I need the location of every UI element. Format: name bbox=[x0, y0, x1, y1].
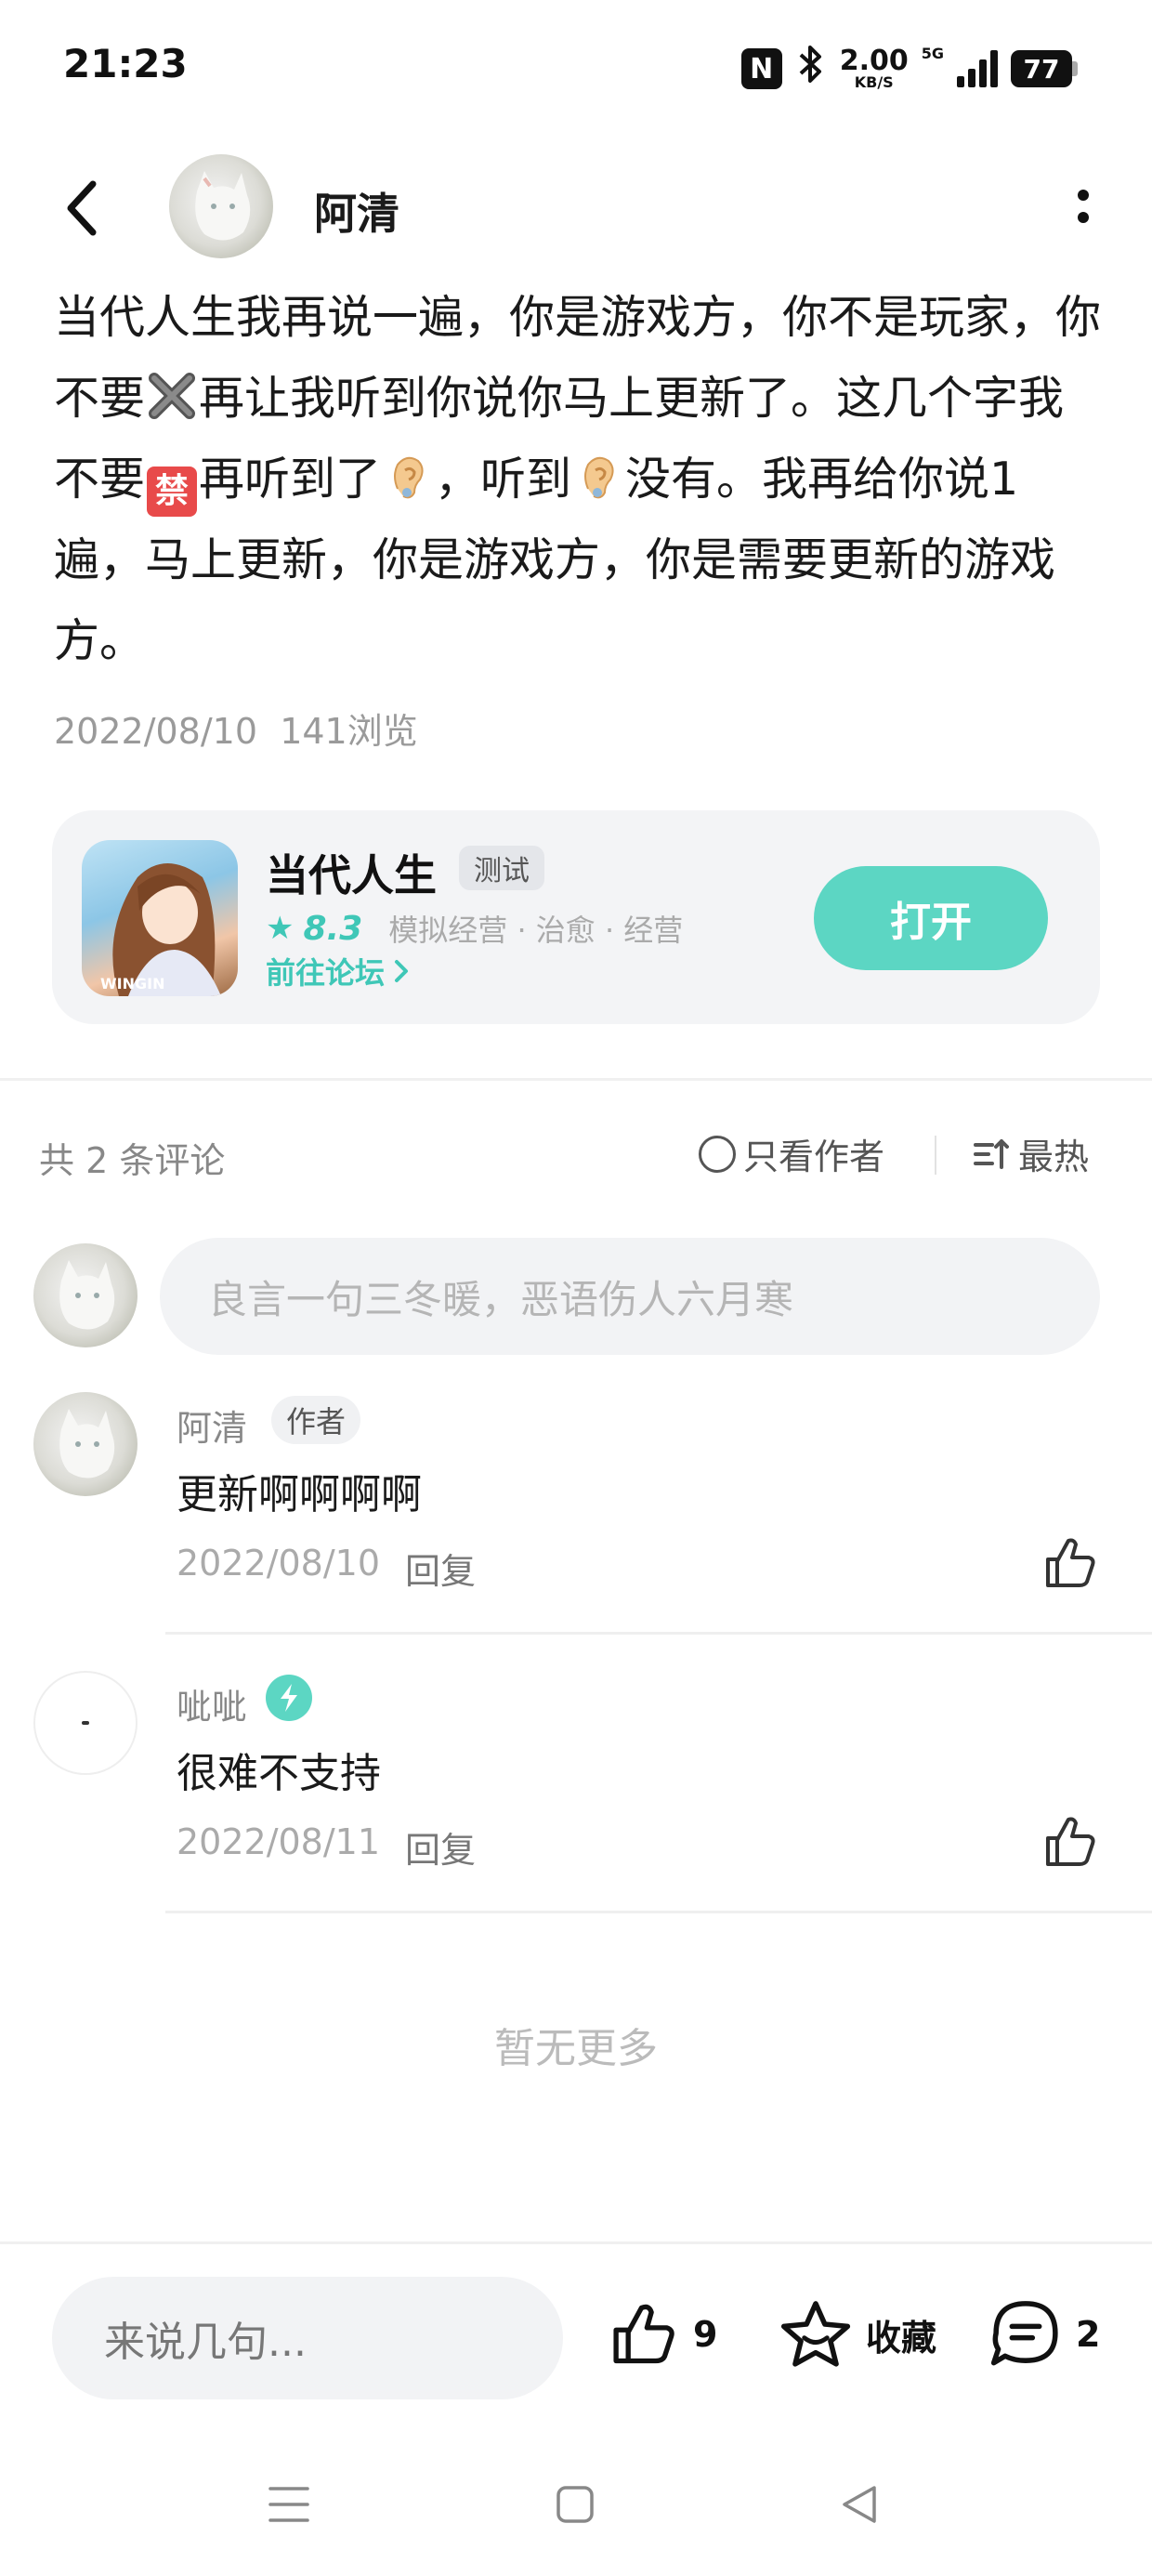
comment-date: 2022/08/11 bbox=[177, 1821, 381, 1862]
game-card[interactable]: WINGIN 当代人生 测试 ★ 8.3 模拟经营 · 治愈 · 经营 前往论坛… bbox=[52, 810, 1100, 1024]
post-meta: 2022/08/10 141浏览 bbox=[54, 703, 418, 754]
bluetooth-icon bbox=[795, 44, 827, 94]
forum-link-label: 前往论坛 bbox=[266, 955, 386, 991]
nfc-icon: N bbox=[740, 48, 782, 89]
star-icon: ★ bbox=[266, 910, 295, 947]
status-time: 21:23 bbox=[63, 41, 188, 86]
game-thumb-text: WINGIN bbox=[100, 975, 164, 992]
comment-count: 2 bbox=[1076, 2314, 1101, 2355]
game-rating: 8.3 bbox=[303, 909, 363, 948]
status-bar: 21:23 N 2.00 KB/S 5G 77 bbox=[0, 0, 1152, 139]
section-divider bbox=[0, 1078, 1152, 1081]
battery-level: 77 bbox=[1011, 50, 1072, 87]
post-header: 阿清 bbox=[0, 149, 1152, 269]
comment-date: 2022/08/10 bbox=[177, 1543, 381, 1584]
post-text-4: ，听到 bbox=[435, 453, 572, 506]
verified-badge-icon bbox=[266, 1675, 312, 1721]
battery-icon: 77 bbox=[1011, 50, 1078, 87]
author-avatar[interactable] bbox=[169, 154, 273, 258]
comment-divider bbox=[165, 1632, 1152, 1635]
comment-divider bbox=[165, 1911, 1152, 1913]
status-icons: N 2.00 KB/S 5G 77 bbox=[740, 41, 1078, 97]
back-button[interactable] bbox=[54, 171, 110, 245]
post-date: 2022/08/10 bbox=[54, 711, 258, 752]
comment-text: 很难不支持 bbox=[177, 1750, 381, 1797]
post-content: 当代人生我再说一遍，你是游戏方，你不是玩家，你不要 再让我听到你说你马上更新了。这… bbox=[54, 277, 1104, 681]
game-rating-row: ★ 8.3 模拟经营 · 治愈 · 经营 bbox=[266, 907, 683, 950]
radio-circle-icon bbox=[699, 1135, 736, 1173]
forbidden-icon: 禁 bbox=[147, 466, 198, 517]
sort-label: 最热 bbox=[1018, 1137, 1090, 1177]
home-nav-button[interactable] bbox=[543, 2472, 608, 2537]
post-views: 141浏览 bbox=[280, 711, 418, 752]
back-arrow-icon bbox=[67, 180, 97, 236]
author-only-label: 只看作者 bbox=[743, 1137, 885, 1177]
open-game-button[interactable]: 打开 bbox=[814, 866, 1048, 970]
game-badge: 测试 bbox=[459, 846, 544, 890]
thumbs-up-icon[interactable] bbox=[1041, 1812, 1100, 1872]
post-text-3: 再听到了 bbox=[199, 453, 382, 506]
star-outline-icon bbox=[780, 2301, 851, 2367]
forum-link[interactable]: 前往论坛 bbox=[266, 950, 411, 992]
no-more-text: 暂无更多 bbox=[494, 2025, 658, 2072]
more-button[interactable] bbox=[1065, 177, 1102, 236]
comment-text: 更新啊啊啊啊 bbox=[177, 1471, 422, 1518]
comment-author-name[interactable]: 阿清 bbox=[177, 1400, 247, 1451]
comments-count: 共 2 条评论 bbox=[39, 1140, 226, 1181]
back-nav-button[interactable] bbox=[827, 2472, 892, 2537]
favorite-button[interactable]: 收藏 bbox=[779, 2299, 936, 2370]
menu-nav-button[interactable] bbox=[256, 2472, 321, 2537]
ear-icon bbox=[394, 456, 424, 499]
menu-icon bbox=[268, 2487, 309, 2522]
like-button[interactable]: 9 bbox=[609, 2299, 717, 2370]
sort-button[interactable]: 最热 bbox=[972, 1128, 1089, 1179]
system-nav-bar bbox=[0, 2453, 1152, 2556]
comment-author-name[interactable]: 呲呲 bbox=[177, 1678, 247, 1729]
more-icon bbox=[1078, 190, 1089, 201]
signal-icon bbox=[957, 50, 998, 87]
comment-input[interactable]: 良言一句三冬暖，恶语伤人六月寒 bbox=[160, 1238, 1100, 1355]
comment-icon bbox=[990, 2301, 1058, 2366]
cross-mark-icon bbox=[149, 373, 196, 419]
author-name[interactable]: 阿清 bbox=[314, 180, 399, 242]
game-tags: 模拟经营 · 治愈 · 经营 bbox=[388, 913, 684, 948]
ear-icon-2 bbox=[584, 456, 614, 499]
bottom-action-bar: 来说几句... 9 收藏 2 bbox=[0, 2243, 1152, 2429]
my-avatar bbox=[33, 1243, 137, 1347]
comment-avatar[interactable] bbox=[33, 1671, 137, 1775]
reply-button[interactable]: 回复 bbox=[405, 1821, 476, 1873]
game-title: 当代人生 bbox=[266, 850, 437, 900]
network-speed: 2.00 KB/S bbox=[839, 45, 909, 91]
game-thumbnail: WINGIN bbox=[82, 840, 238, 996]
comment-avatar[interactable] bbox=[33, 1392, 137, 1496]
back-triangle-icon bbox=[843, 2486, 876, 2523]
network-type: 5G bbox=[921, 45, 944, 62]
chevron-right-icon bbox=[395, 960, 409, 982]
like-count: 9 bbox=[693, 2314, 718, 2355]
comment-button[interactable]: 2 bbox=[988, 2299, 1100, 2370]
author-only-toggle[interactable]: 只看作者 bbox=[699, 1128, 884, 1179]
thumbs-up-icon[interactable] bbox=[1041, 1533, 1100, 1593]
sort-separator bbox=[935, 1136, 936, 1175]
author-tag: 作者 bbox=[271, 1396, 361, 1444]
home-square-icon bbox=[556, 2486, 594, 2523]
sort-icon bbox=[974, 1138, 1009, 1169]
favorite-label: 收藏 bbox=[866, 2317, 937, 2359]
bottom-comment-input[interactable]: 来说几句... bbox=[52, 2277, 563, 2399]
reply-button[interactable]: 回复 bbox=[405, 1543, 476, 1594]
thumbs-up-icon bbox=[613, 2304, 674, 2364]
